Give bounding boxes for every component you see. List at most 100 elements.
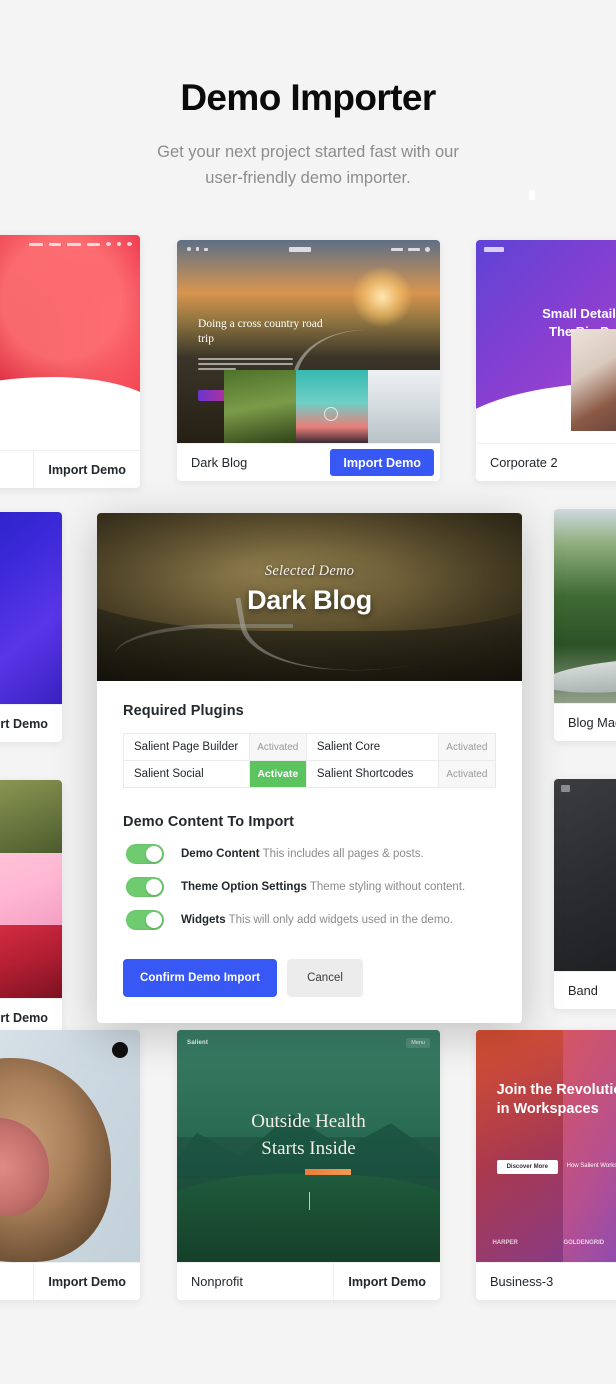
toggle-knob	[146, 879, 162, 895]
scroll-down-arrow-icon	[308, 1192, 310, 1211]
logo-mark	[288, 246, 311, 252]
demo-card-bar: Band	[554, 971, 616, 1009]
demo-card-monkey[interactable]: Import Demo	[0, 1030, 140, 1300]
demo-card-name: Nonprofit	[191, 1274, 243, 1289]
headline-underline	[304, 1169, 351, 1176]
thumb-headline-line-2: Starts Inside	[261, 1137, 356, 1159]
option-label-group: Demo Content This includes all pages & p…	[181, 847, 424, 862]
thumb-logo: HARPER	[492, 1239, 518, 1246]
social-icon	[196, 247, 199, 251]
thumb-menu-button: Menu	[406, 1038, 430, 1048]
demo-card-name: Blog Mag	[568, 715, 616, 730]
option-description: Theme styling without content.	[309, 880, 466, 893]
search-icon	[425, 246, 430, 252]
option-description: This includes all pages & posts.	[262, 847, 424, 860]
nonprofit-image: Salient Menu Outside Health Starts Insid…	[177, 1030, 440, 1262]
toggle-knob	[146, 846, 162, 862]
toggle-theme-option-settings[interactable]	[126, 877, 164, 897]
thumb-logo-row: HARPER GOLDENGRID Ollashar	[492, 1240, 616, 1246]
toggle-knob	[146, 912, 162, 928]
sun-glow	[350, 266, 413, 329]
confirm-demo-import-button[interactable]: Confirm Demo Import	[123, 959, 278, 997]
toggle-demo-content[interactable]	[126, 844, 164, 864]
plugin-name: Salient Shortcodes	[305, 760, 439, 788]
import-demo-button[interactable]: Import Demo	[0, 705, 62, 742]
cancel-button[interactable]: Cancel	[287, 959, 363, 997]
import-demo-button[interactable]: Import Demo	[333, 1263, 440, 1300]
demo-thumbnail	[0, 512, 62, 704]
thumb-headline: Doing a cross country road trip	[198, 318, 323, 346]
demo-thumbnail	[0, 235, 140, 450]
thumb-headline-line-1: Outside Health	[251, 1110, 366, 1132]
demo-card-name: Corporate 2	[490, 455, 558, 470]
plugin-status: Activated	[248, 733, 307, 761]
demo-card-nonprofit[interactable]: Salient Menu Outside Health Starts Insid…	[177, 1030, 440, 1300]
strip-image	[224, 369, 297, 443]
demo-card-red-conference[interactable]: Import Demo	[0, 235, 140, 488]
demo-thumbnail	[554, 509, 616, 703]
thumb-brand: Salient	[187, 1040, 209, 1046]
option-label-group: Widgets This will only add widgets used …	[181, 913, 453, 928]
demo-import-modal: Selected Demo Dark Blog Required Plugins…	[97, 513, 522, 1023]
hero-text: Selected Demo Dark Blog	[97, 563, 522, 616]
demo-card-name	[0, 1263, 33, 1300]
option-theme-option-settings: Theme Option Settings Theme styling with…	[123, 877, 496, 897]
plugin-activate-button[interactable]: Activate	[248, 760, 307, 788]
option-label: Widgets	[181, 913, 226, 926]
page-subtitle: Get your next project started fast with …	[0, 139, 616, 192]
demo-card-dark-blog[interactable]: Doing a cross country road trip Dark Blo…	[177, 240, 440, 481]
demo-thumbnail: Join the Revolution in Workspaces Discov…	[476, 1030, 616, 1262]
page-subtitle-line-1: Get your next project started fast with …	[157, 142, 459, 161]
plugin-status: Activated	[437, 760, 497, 788]
mini-nav	[0, 235, 140, 253]
badge-icon	[112, 1042, 128, 1058]
demo-card-bar: Nonprofit Import Demo	[177, 1262, 440, 1300]
option-description: This will only add widgets used in the d…	[228, 913, 453, 926]
camera-icon	[561, 785, 570, 792]
selected-demo-name: Dark Blog	[247, 585, 372, 615]
corporate-2-image: Small Detail The Big P	[476, 240, 616, 443]
import-demo-button[interactable]: Import Demo	[33, 1263, 140, 1300]
mini-nav-item	[408, 247, 420, 251]
demo-card-indigo[interactable]: Import Demo	[0, 512, 62, 742]
foreground-hills	[177, 1173, 440, 1262]
demo-card-collage[interactable]: Import Demo	[0, 780, 62, 1036]
collage-image	[0, 780, 62, 998]
demo-card-band[interactable]: Band	[554, 779, 616, 1009]
demo-card-business-3[interactable]: Join the Revolution in Workspaces Discov…	[476, 1030, 616, 1300]
river-shape	[554, 652, 616, 699]
red-conference-image	[0, 235, 140, 450]
social-icon	[204, 247, 208, 251]
thumb-logo: GOLDENGRID	[563, 1239, 605, 1246]
plugin-name: Salient Page Builder	[123, 733, 250, 761]
demo-card-corporate-2[interactable]: Small Detail The Big P Corporate 2	[476, 240, 616, 481]
import-demo-button[interactable]: Import Demo	[330, 449, 434, 476]
demo-card-name	[0, 451, 33, 488]
demo-thumbnail: Doing a cross country road trip	[177, 240, 440, 443]
mini-nav-item	[67, 242, 81, 246]
selected-demo-eyebrow: Selected Demo	[264, 563, 355, 579]
forest-road-image	[554, 509, 616, 703]
demo-content-title: Demo Content To Import	[123, 814, 295, 830]
option-label-group: Theme Option Settings Theme styling with…	[181, 880, 465, 895]
thumb-secondary-link: How Salient Works	[566, 1163, 616, 1170]
demo-card-bar: Dark Blog Import Demo	[177, 443, 440, 481]
toggle-widgets[interactable]	[126, 910, 164, 930]
indigo-image	[0, 512, 62, 704]
demo-importer-page: Demo Importer Get your next project star…	[0, 0, 616, 1384]
leaf-overlay	[476, 1030, 563, 1262]
plugin-name: Salient Social	[123, 760, 250, 788]
social-icon	[127, 242, 132, 246]
mini-nav	[177, 240, 440, 258]
mini-nav-item	[29, 242, 43, 246]
demo-card-bar: Blog Mag	[554, 703, 616, 741]
thumb-photo	[570, 329, 616, 431]
collage-tile	[0, 925, 62, 998]
monkey-image	[0, 1030, 140, 1262]
import-demo-button[interactable]: Import Demo	[33, 451, 140, 488]
page-subtitle-line-2: user-friendly demo importer.	[205, 169, 411, 188]
option-demo-content: Demo Content This includes all pages & p…	[123, 844, 496, 864]
demo-card-blog-mag[interactable]: Blog Mag	[554, 509, 616, 741]
required-plugins-table: Salient Page Builder Activated Salient C…	[123, 733, 497, 788]
decorative-speck	[529, 190, 535, 200]
